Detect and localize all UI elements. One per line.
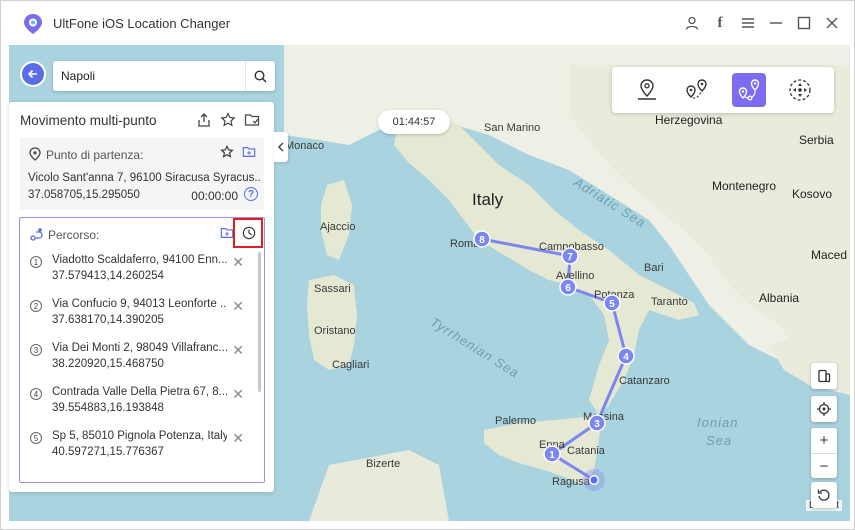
route-item-address: Sp 5, 85010 Pignola Potenza, Italy (52, 430, 227, 442)
route-marker-4[interactable]: 4 (617, 347, 635, 365)
route-item-address: Viadotto Scaldaferro, 94100 Enn... (52, 254, 227, 266)
route-item-number: 2 (30, 300, 42, 312)
locate-me-button[interactable] (811, 396, 837, 422)
chevron-left-icon (277, 142, 284, 152)
remove-route-item-icon[interactable]: ✕ (232, 298, 244, 315)
current-location-marker (583, 469, 605, 491)
route-item-address: Via Confucio 9, 94013 Leonforte ... (52, 298, 227, 310)
start-folder-icon[interactable] (242, 145, 256, 159)
search-button[interactable] (245, 61, 275, 91)
back-button[interactable] (22, 63, 44, 85)
location-pin-icon (29, 147, 41, 161)
route-list-scrollbar[interactable] (258, 252, 261, 392)
zoom-control: + − (811, 428, 837, 478)
saved-folder-icon[interactable] (244, 112, 260, 128)
zoom-in-button[interactable]: + (811, 428, 837, 453)
start-point-label: Punto di partenza: (46, 148, 144, 162)
route-icon (30, 228, 43, 241)
favorite-star-icon[interactable] (220, 112, 236, 128)
search-input[interactable] (53, 62, 245, 90)
reset-icon (817, 489, 830, 501)
route-marker-6[interactable]: 6 (559, 278, 577, 296)
svg-text:4: 4 (623, 352, 629, 363)
facebook-icon[interactable]: f (712, 15, 728, 31)
remove-route-item-icon[interactable]: ✕ (232, 386, 244, 403)
movement-timer: 01:44:57 (378, 110, 450, 134)
route-box: Percorso: 1 Viadotto Scaldaferro, 94100 … (19, 217, 265, 483)
route-item-coordinates: 37.579413,14.260254 (52, 270, 164, 282)
route-item[interactable]: 4 Contrada Valle Della Pietra 67, 8... 3… (20, 382, 256, 426)
route-folder-icon[interactable] (220, 226, 234, 240)
multi-spot-icon (738, 79, 760, 101)
route-item-address: Via Dei Monti 2, 98049 Villafranc... (52, 342, 227, 354)
teleport-pin-icon (638, 79, 656, 100)
svg-text:1: 1 (549, 450, 555, 461)
menu-icon[interactable] (740, 15, 756, 31)
maximize-icon[interactable] (796, 15, 812, 31)
route-item-address: Contrada Valle Della Pietra 67, 8... (52, 386, 227, 398)
route-item-coordinates: 39.554883,16.193848 (52, 402, 164, 414)
svg-text:5: 5 (609, 299, 615, 310)
reset-button[interactable] (811, 482, 837, 508)
joystick-icon (789, 79, 811, 101)
arrow-left-icon (27, 69, 37, 79)
remove-route-item-icon[interactable]: ✕ (232, 254, 244, 271)
zoom-out-button[interactable]: − (811, 453, 837, 478)
svg-text:6: 6 (565, 283, 571, 294)
account-icon[interactable] (684, 15, 700, 31)
crosshair-icon (817, 402, 831, 416)
route-item-number: 5 (30, 432, 42, 444)
route-item[interactable]: 1 Viadotto Scaldaferro, 94100 Enn... 37.… (20, 250, 256, 294)
app-window: UltFone iOS Location Changer f Monaco Sa… (0, 0, 855, 530)
help-icon[interactable]: ? (244, 187, 258, 201)
title-bar: UltFone iOS Location Changer f (1, 1, 854, 45)
export-icon[interactable] (196, 112, 212, 128)
remove-route-item-icon[interactable]: ✕ (232, 342, 244, 359)
close-icon[interactable] (824, 15, 840, 31)
start-favorite-icon[interactable] (220, 145, 234, 159)
route-item-coordinates: 37.638170,14.390205 (52, 314, 164, 326)
route-label: Percorso: (48, 228, 100, 242)
multi-spot-mode-button[interactable] (732, 73, 766, 107)
teleport-mode-button[interactable] (630, 73, 664, 107)
multi-point-panel: Movimento multi-punto Punto di partenza:… (9, 102, 274, 492)
search-bar (53, 61, 275, 91)
route-item-number: 3 (30, 344, 42, 356)
app-logo-icon (23, 13, 43, 34)
two-spot-mode-button[interactable] (679, 73, 713, 107)
search-icon (254, 69, 267, 83)
svg-text:8: 8 (479, 235, 485, 246)
remove-route-item-icon[interactable]: ✕ (232, 430, 244, 447)
mode-toolbar (612, 67, 834, 113)
start-time: 00:00:00 (191, 189, 238, 203)
highlight-box (233, 218, 263, 248)
collapse-panel-button[interactable] (274, 132, 288, 162)
start-address: Vicolo Sant'anna 7, 96100 Siracusa Syrac… (28, 172, 260, 184)
device-switch-icon (818, 369, 831, 383)
route-item[interactable]: 5 Sp 5, 85010 Pignola Potenza, Italy 40.… (20, 426, 256, 470)
panel-title: Movimento multi-punto (20, 113, 157, 128)
route-item-coordinates: 38.220920,15.468750 (52, 358, 164, 370)
svg-text:7: 7 (567, 252, 573, 263)
minimize-icon[interactable] (768, 15, 784, 31)
route-marker-3[interactable]: 3 (588, 414, 606, 432)
start-point-box: Punto di partenza: Vicolo Sant'anna 7, 9… (20, 138, 264, 210)
joystick-mode-button[interactable] (783, 73, 817, 107)
route-marker-5[interactable]: 5 (603, 294, 621, 312)
route-item[interactable]: 3 Via Dei Monti 2, 98049 Villafranc... 3… (20, 338, 256, 382)
route-marker-7[interactable]: 7 (561, 247, 579, 265)
two-spot-icon (686, 79, 707, 99)
svg-text:3: 3 (594, 419, 600, 430)
route-item[interactable]: 2 Via Confucio 9, 94013 Leonforte ... 37… (20, 294, 256, 338)
route-item-number: 1 (30, 256, 42, 268)
route-marker-8[interactable]: 8 (473, 230, 491, 248)
route-item-coordinates: 40.597271,15.776367 (52, 446, 164, 458)
route-marker-1[interactable]: 1 (543, 445, 561, 463)
switch-device-button[interactable] (811, 363, 837, 389)
route-item-number: 4 (30, 388, 42, 400)
app-title: UltFone iOS Location Changer (53, 15, 231, 31)
start-coordinates: 37.058705,15.295050 (28, 189, 140, 201)
route-list: 1 Viadotto Scaldaferro, 94100 Enn... 37.… (20, 250, 256, 476)
